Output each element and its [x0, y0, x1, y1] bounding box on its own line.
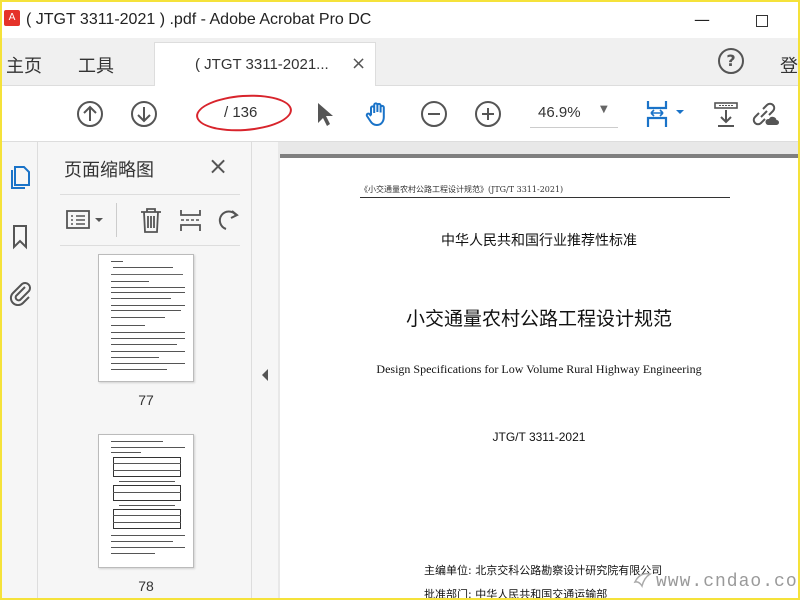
zoom-value: 46.9%	[538, 104, 581, 121]
chief-editor-unit: 主编单位: 北京交科公路勘察设计研究院有限公司	[424, 564, 663, 577]
thumb-line	[111, 332, 185, 333]
standard-code: JTG/T 3311-2021	[492, 430, 586, 444]
thumb-line	[111, 357, 159, 358]
navigation-rail	[2, 142, 38, 598]
panel-toolbar	[60, 194, 240, 246]
thumb-line	[111, 351, 185, 352]
thumb-line	[111, 447, 185, 448]
close-tab-button[interactable]: ×	[351, 53, 366, 74]
tab-home[interactable]: 主页	[6, 52, 42, 78]
hand-tool-icon[interactable]	[362, 98, 394, 130]
toolbar-divider	[116, 203, 117, 237]
thumb-table	[113, 485, 181, 501]
tab-tools[interactable]: 工具	[78, 52, 114, 78]
document-tab-label: ( JTGT 3311-2021...	[195, 56, 329, 73]
previous-page-icon[interactable]	[74, 98, 106, 130]
panel-title: 页面缩略图	[64, 160, 154, 181]
thumbnail-page-number: 77	[138, 392, 154, 408]
app-frame: A ( JTGT 3311-2021 ) .pdf - Adobe Acroba…	[0, 0, 800, 600]
thumb-line	[111, 344, 177, 345]
title-bar: A ( JTGT 3311-2021 ) .pdf - Adobe Acroba…	[2, 2, 798, 38]
thumb-line	[111, 441, 163, 442]
watermark-text: www.cndao.com	[656, 572, 800, 592]
acrobat-app-icon: A	[4, 10, 20, 26]
thumbnail-list[interactable]: 77 78	[60, 248, 250, 598]
options-menu-icon[interactable]	[64, 205, 108, 235]
read-mode-icon[interactable]	[710, 98, 742, 130]
thumb-line	[119, 505, 175, 506]
thumb-line	[111, 535, 185, 536]
thumb-table	[113, 509, 181, 529]
thumb-table	[113, 457, 181, 477]
document-title: 小交通量农村公路工程设计规范	[405, 308, 672, 330]
bookmark-icon[interactable]	[6, 222, 34, 250]
zoom-dropdown[interactable]: 46.9% ▼	[530, 98, 618, 128]
thumbnail-page-77[interactable]	[98, 254, 194, 382]
zoom-out-icon[interactable]	[418, 98, 450, 130]
thumb-line	[111, 305, 185, 306]
window-title: ( JTGT 3311-2021 ) .pdf - Adobe Acrobat …	[26, 11, 372, 28]
panel-collapse-strip	[252, 142, 278, 598]
thumb-line	[111, 292, 185, 293]
approving-department: 批准部门: 中华人民共和国交通运输部	[424, 588, 608, 600]
thumb-line	[111, 325, 145, 326]
thumb-line	[113, 470, 181, 471]
thumb-line	[111, 363, 185, 364]
minimize-button[interactable]: —	[688, 8, 716, 32]
standard-category: 中华人民共和国行业推荐性标准	[441, 233, 637, 249]
thumb-line	[113, 522, 181, 523]
thumb-line	[111, 317, 165, 318]
collapse-panel-icon[interactable]	[260, 368, 270, 382]
document-page: 《小交通量农村公路工程设计规范》(JTG/T 3311-2021) 中华人民共和…	[280, 154, 798, 600]
red-annotation-oval	[194, 91, 294, 135]
help-button[interactable]: ?	[718, 48, 744, 74]
close-panel-button[interactable]: ×	[208, 152, 228, 180]
chevron-down-icon: ▼	[600, 104, 608, 115]
running-header: 《小交通量农村公路工程设计规范》(JTG/T 3311-2021)	[360, 184, 730, 198]
thumb-line	[113, 515, 181, 516]
thumb-line	[111, 369, 167, 370]
thumb-line	[111, 553, 155, 554]
thumb-line	[119, 481, 175, 482]
thumb-line	[113, 267, 173, 268]
thumb-line	[111, 338, 185, 339]
document-viewport[interactable]: 《小交通量农村公路工程设计规范》(JTG/T 3311-2021) 中华人民共和…	[278, 142, 798, 600]
tab-bar: 主页 工具 ( JTGT 3311-2021... × ? 登	[2, 38, 798, 86]
thumb-line	[111, 287, 185, 288]
thumb-line	[111, 547, 185, 548]
login-link[interactable]: 登	[780, 52, 798, 78]
thumbnail-page-number: 78	[138, 578, 154, 594]
thumb-line	[111, 261, 123, 262]
thumb-line	[111, 281, 149, 282]
thumb-line	[113, 492, 181, 493]
fit-page-icon[interactable]	[642, 98, 688, 130]
tab-document[interactable]: ( JTGT 3311-2021... ×	[154, 42, 376, 86]
next-page-icon[interactable]	[128, 98, 160, 130]
page-thumbnails-icon[interactable]	[6, 162, 34, 190]
watermark-logo-icon	[633, 572, 652, 588]
rotate-page-icon[interactable]	[214, 205, 244, 235]
thumbnail-page-78[interactable]	[98, 434, 194, 568]
attachment-icon[interactable]	[6, 278, 34, 306]
thumb-line	[111, 452, 141, 453]
extract-page-icon[interactable]	[176, 205, 206, 235]
page-thumbnails-panel: 页面缩略图 × 77 78	[38, 142, 282, 598]
thumb-line	[111, 298, 171, 299]
maximize-icon	[756, 14, 768, 27]
thumb-line	[113, 463, 181, 464]
zoom-in-icon[interactable]	[472, 98, 504, 130]
thumb-line	[111, 274, 183, 275]
select-cursor-icon[interactable]	[308, 98, 340, 130]
document-english-title: Design Specifications for Low Volume Rur…	[376, 362, 702, 376]
maximize-button[interactable]	[748, 8, 776, 32]
share-link-icon[interactable]	[748, 98, 780, 130]
main-toolbar: / 136 46.9% ▼	[2, 86, 798, 142]
delete-page-icon[interactable]	[136, 205, 166, 235]
thumb-line	[111, 310, 181, 311]
thumb-line	[111, 541, 173, 542]
